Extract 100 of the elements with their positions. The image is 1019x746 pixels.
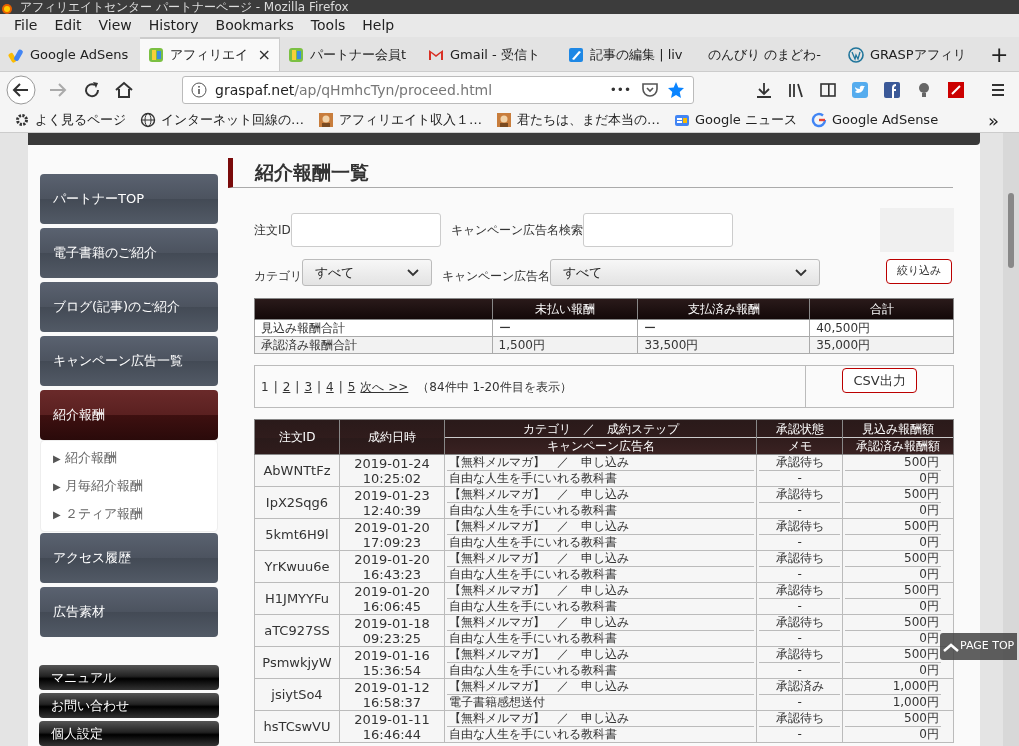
table-cell: 35,000円	[809, 336, 954, 354]
sidebar-item[interactable]: 広告素材	[40, 587, 218, 637]
column-header: 承認済み報酬額	[842, 437, 954, 455]
google-icon	[811, 112, 827, 128]
table-cell-text: aTC927SS	[263, 623, 331, 638]
table-cell-text: 12:40:39	[361, 502, 423, 518]
browser-tab[interactable]: アフィリエイ ×	[140, 37, 280, 71]
scrollbar-thumb[interactable]	[1008, 193, 1014, 268]
page-top-button[interactable]: PAGE TOP	[940, 633, 1018, 660]
table-cell-text: -	[796, 631, 803, 646]
browser-tab[interactable]: Google AdSens	[0, 37, 140, 71]
next-link[interactable]: 次へ >>	[360, 377, 409, 396]
sidebar-item[interactable]: ブログ(記事)のご紹介	[40, 282, 218, 332]
menu-icon[interactable]	[989, 81, 1007, 99]
table-cell-text: PsmwkjyW	[261, 655, 333, 670]
footer-menu-item[interactable]: 個人設定	[39, 721, 219, 746]
bookmark-item[interactable]: インターネット回線の…	[140, 110, 304, 130]
menu-item[interactable]: Help	[354, 13, 403, 38]
url-text: graspaf.net/ap/qHmhcTyn/proceed.html	[215, 80, 494, 100]
separator-text: |	[317, 378, 322, 396]
table-cell: 【無料メルマガ】 ／ 申し込み	[446, 615, 755, 631]
table-cell-text: 2019-01-16	[353, 647, 431, 663]
browser-tab[interactable]: Gmail - 受信ト	[420, 37, 560, 71]
bookmark-item[interactable]: Google ニュース	[674, 110, 797, 130]
bookmark-item[interactable]: 君たちは、まだ本当の…	[496, 110, 660, 130]
table-cell-text: 自由な人生を手にいれる教科書	[447, 727, 618, 742]
address-bar[interactable]: graspaf.net/ap/qHmhcTyn/proceed.html •••	[182, 76, 694, 104]
table-cell: 承認済み	[759, 679, 841, 695]
category-dropdown[interactable]: すべて	[302, 259, 432, 286]
submenu-item[interactable]: ▶ ２ティア報酬	[41, 500, 217, 528]
table-cell-text: jsiytSo4	[270, 687, 324, 702]
more-bookmarks-button[interactable]: »	[988, 106, 1005, 134]
column-header: 見込み報酬額	[842, 419, 954, 438]
bullet-icon: ▶	[53, 450, 61, 466]
menu-item[interactable]: History	[140, 13, 207, 38]
download-icon[interactable]	[755, 81, 773, 99]
column-header: 支払済み報酬	[637, 298, 810, 320]
sidebar-item[interactable]: 紹介報酬	[40, 390, 218, 440]
bookmark-item[interactable]: アフィリエイト収入１…	[318, 110, 482, 130]
footer-menu-item[interactable]: お問い合わせ	[39, 693, 219, 718]
sidebar-icon[interactable]	[819, 81, 837, 99]
sidebar-item[interactable]: キャンペーン広告一覧	[40, 336, 218, 386]
table-cell: 【無料メルマガ】 ／ 申し込み	[446, 647, 755, 663]
thumbnail-icon	[318, 112, 334, 128]
chart-logo-icon	[8, 47, 24, 63]
browser-tab[interactable]: のんびり のまどわ‐	[700, 37, 840, 71]
close-button[interactable]: ×	[257, 43, 271, 67]
firefox-icon	[2, 4, 12, 14]
filter-button[interactable]: 絞り込み	[886, 259, 952, 284]
bookmark-item[interactable]: よく見るページ	[14, 110, 126, 130]
browser-tab[interactable]: GRASPアフィリ	[840, 37, 980, 71]
table-cell: 【無料メルマガ】 ／ 申し込み	[446, 711, 755, 727]
star-icon[interactable]	[667, 81, 685, 99]
csv-export-button[interactable]: CSV出力	[842, 368, 917, 393]
back-icon[interactable]	[6, 75, 36, 105]
sidebar-item[interactable]: アクセス履歴	[40, 533, 218, 583]
pocket-icon[interactable]	[641, 81, 659, 99]
page-link[interactable]: 5	[347, 377, 356, 396]
sidebar-item[interactable]: パートナーTOP	[40, 174, 218, 224]
page-link[interactable]: 4	[326, 377, 334, 396]
browser-tab[interactable]: パートナー会員t	[280, 37, 420, 71]
table-cell: 承認待ち	[759, 519, 841, 535]
column-header: 注文ID	[254, 419, 340, 455]
page-link[interactable]: 1	[261, 377, 269, 396]
table-cell-text: -	[796, 695, 803, 710]
table-cell-text: -	[796, 535, 803, 550]
field-label: カテゴリ	[254, 268, 302, 285]
table-cell-text: 0円	[918, 663, 940, 678]
column-header: 合計	[809, 298, 954, 320]
menu-item[interactable]: View	[90, 13, 140, 38]
more-button[interactable]: •••	[609, 81, 631, 99]
table-cell-text: 2019-01-20	[353, 551, 431, 567]
page-link[interactable]: 2	[282, 377, 291, 396]
browser-tab[interactable]: 記事の編集 | liv	[560, 37, 700, 71]
menu-item[interactable]: Bookmarks	[207, 13, 302, 38]
order-id-field[interactable]	[290, 213, 441, 247]
window-title: アフィリエイトセンター パートナーページ - Mozilla Firefox	[20, 0, 349, 14]
menu-item[interactable]: Edit	[46, 13, 90, 38]
menu-item[interactable]: File	[6, 13, 46, 38]
table-cell: 【無料メルマガ】 ／ 申し込み	[446, 679, 755, 695]
menu-item[interactable]: Tools	[302, 13, 354, 38]
campaign-search-field[interactable]	[582, 213, 733, 247]
submenu-item[interactable]: ▶ 紹介報酬	[41, 444, 217, 472]
table-cell-text: 0円	[918, 567, 940, 582]
table-cell-text: 5kmt6H9l	[264, 527, 330, 542]
sidebar-item[interactable]: 電子書籍のご紹介	[40, 228, 218, 278]
table-cell-text: 0円	[918, 727, 940, 742]
footer-menu-item[interactable]: マニュアル	[39, 665, 219, 690]
submenu-item[interactable]: ▶ 月毎紹介報酬	[41, 472, 217, 500]
table-cell-text: 自由な人生を手にいれる教科書	[447, 599, 618, 614]
table-cell-text: 2019-01-18	[353, 615, 431, 631]
table-cell: ー	[637, 319, 810, 337]
bookmark-item[interactable]: Google AdSense	[811, 110, 939, 130]
campaign-dropdown[interactable]: すべて	[550, 259, 820, 286]
page-link[interactable]: 3	[304, 377, 312, 396]
pen-icon[interactable]	[947, 81, 965, 99]
new-tab-button[interactable]: +	[980, 37, 1019, 71]
square-logo-icon[interactable]	[883, 81, 901, 99]
library-icon[interactable]	[787, 81, 805, 99]
table-cell-text: 0円	[918, 471, 940, 486]
